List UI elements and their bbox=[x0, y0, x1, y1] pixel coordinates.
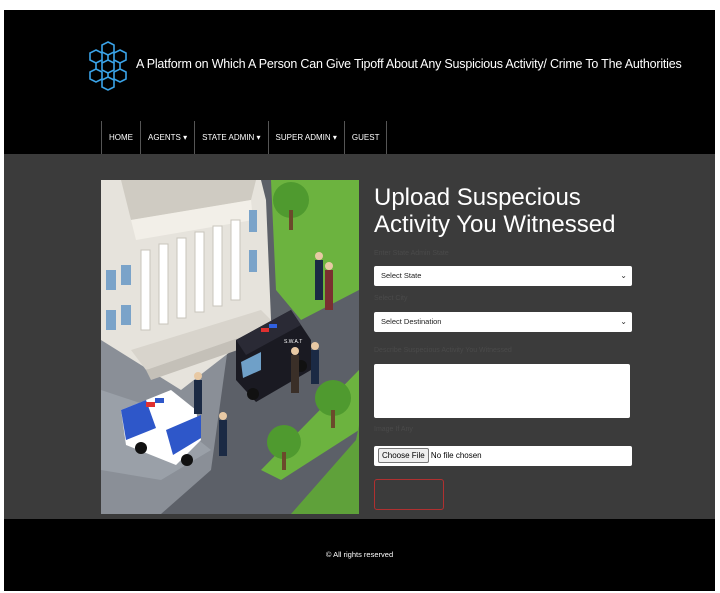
nav-super-admin-dropdown[interactable]: SUPER ADMIN ▾ bbox=[269, 121, 345, 154]
site-title: A Platform on Which A Person Can Give Ti… bbox=[136, 57, 682, 71]
state-label: Enter State Admin State bbox=[374, 250, 449, 257]
form-title-line-1: Upload Suspecious bbox=[374, 184, 581, 211]
crime-scene-image: S.W.A.T bbox=[101, 180, 359, 514]
site-header: A Platform on Which A Person Can Give Ti… bbox=[4, 10, 715, 120]
nav-guest[interactable]: GUEST bbox=[345, 121, 388, 154]
state-select[interactable]: Select State ⌄ bbox=[374, 266, 632, 286]
crime-scene-illustration: S.W.A.T bbox=[101, 180, 359, 514]
copyright-text: © All rights reserved bbox=[325, 550, 394, 559]
city-select-value: Select Destination bbox=[381, 317, 442, 326]
description-textarea[interactable] bbox=[374, 364, 630, 418]
description-label: Describe Suspecious Activity You Witness… bbox=[374, 347, 512, 354]
form-title: Upload Suspecious Activity You Witnessed bbox=[374, 184, 674, 238]
chevron-down-icon: ⌄ bbox=[620, 317, 627, 326]
choose-file-button[interactable]: Choose File bbox=[378, 448, 429, 463]
form-title-line-2: Activity You Witnessed bbox=[374, 211, 616, 238]
page-frame: A Platform on Which A Person Can Give Ti… bbox=[4, 10, 715, 591]
site-footer: © All rights reserved bbox=[4, 519, 715, 591]
file-status: No file chosen bbox=[430, 451, 482, 460]
main-nav: HOME AGENTS ▾ STATE ADMIN ▾ SUPER ADMIN … bbox=[101, 121, 388, 154]
image-label: Image If Any bbox=[374, 426, 413, 433]
chevron-down-icon: ⌄ bbox=[620, 271, 627, 280]
nav-state-admin-dropdown[interactable]: STATE ADMIN ▾ bbox=[195, 121, 269, 154]
van-label: S.W.A.T bbox=[284, 339, 302, 345]
nav-agents-dropdown[interactable]: AGENTS ▾ bbox=[141, 121, 196, 154]
city-label: Select City bbox=[374, 295, 408, 302]
network-cubes-logo-icon bbox=[89, 41, 127, 91]
image-file-input[interactable]: Choose File No file chosen bbox=[374, 446, 632, 466]
city-select[interactable]: Select Destination ⌄ bbox=[374, 312, 632, 332]
submit-button[interactable] bbox=[374, 479, 444, 510]
state-select-value: Select State bbox=[381, 271, 422, 280]
nav-home[interactable]: HOME bbox=[102, 121, 141, 154]
